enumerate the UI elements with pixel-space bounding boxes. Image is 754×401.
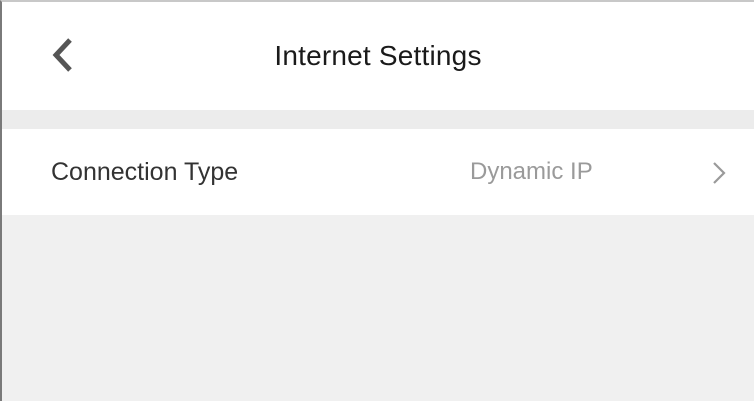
chevron-left-icon [52, 38, 72, 72]
empty-content-area [2, 215, 754, 401]
connection-type-value: Dynamic IP [470, 158, 593, 185]
connection-type-label: Connection Type [51, 158, 239, 186]
chevron-right-icon [713, 162, 726, 184]
section-separator [2, 110, 754, 129]
back-button[interactable] [38, 28, 88, 82]
page-title: Internet Settings [274, 40, 482, 71]
internet-settings-screen: Internet Settings Connection Type Dynami… [0, 0, 754, 401]
top-navigation-bar: Internet Settings [2, 2, 754, 110]
connection-type-row[interactable]: Connection Type Dynamic IP [2, 129, 754, 215]
